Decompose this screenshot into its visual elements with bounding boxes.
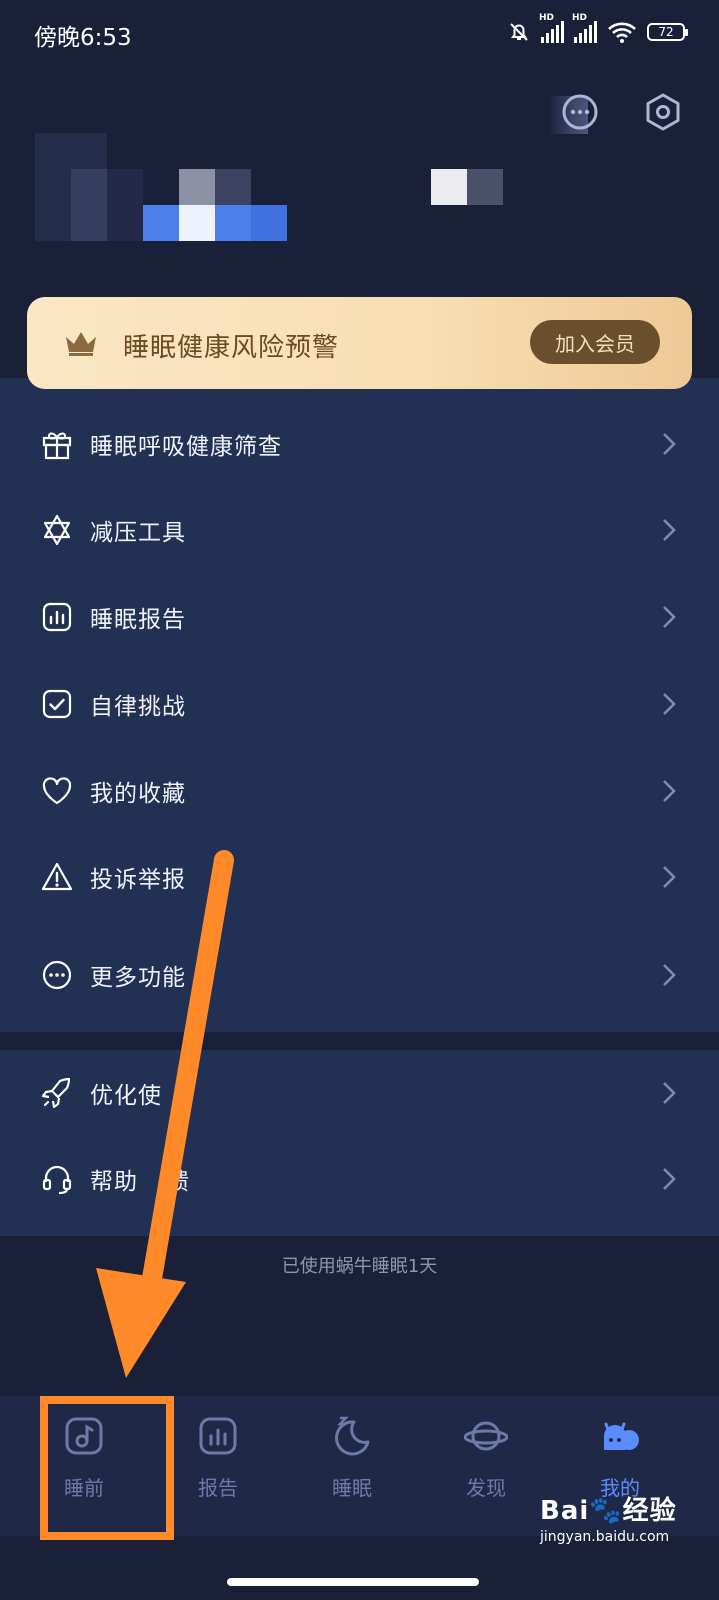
baidu-watermark: Bai🐾经验 jingyan.baidu.com xyxy=(540,1490,710,1560)
home-indicator xyxy=(227,1578,479,1586)
watermark-brand: Bai🐾经验 xyxy=(540,1496,677,1526)
paw-icon: 🐾 xyxy=(589,1496,623,1526)
watermark-url: jingyan.baidu.com xyxy=(540,1529,670,1545)
arrow-annotation xyxy=(96,850,234,1378)
